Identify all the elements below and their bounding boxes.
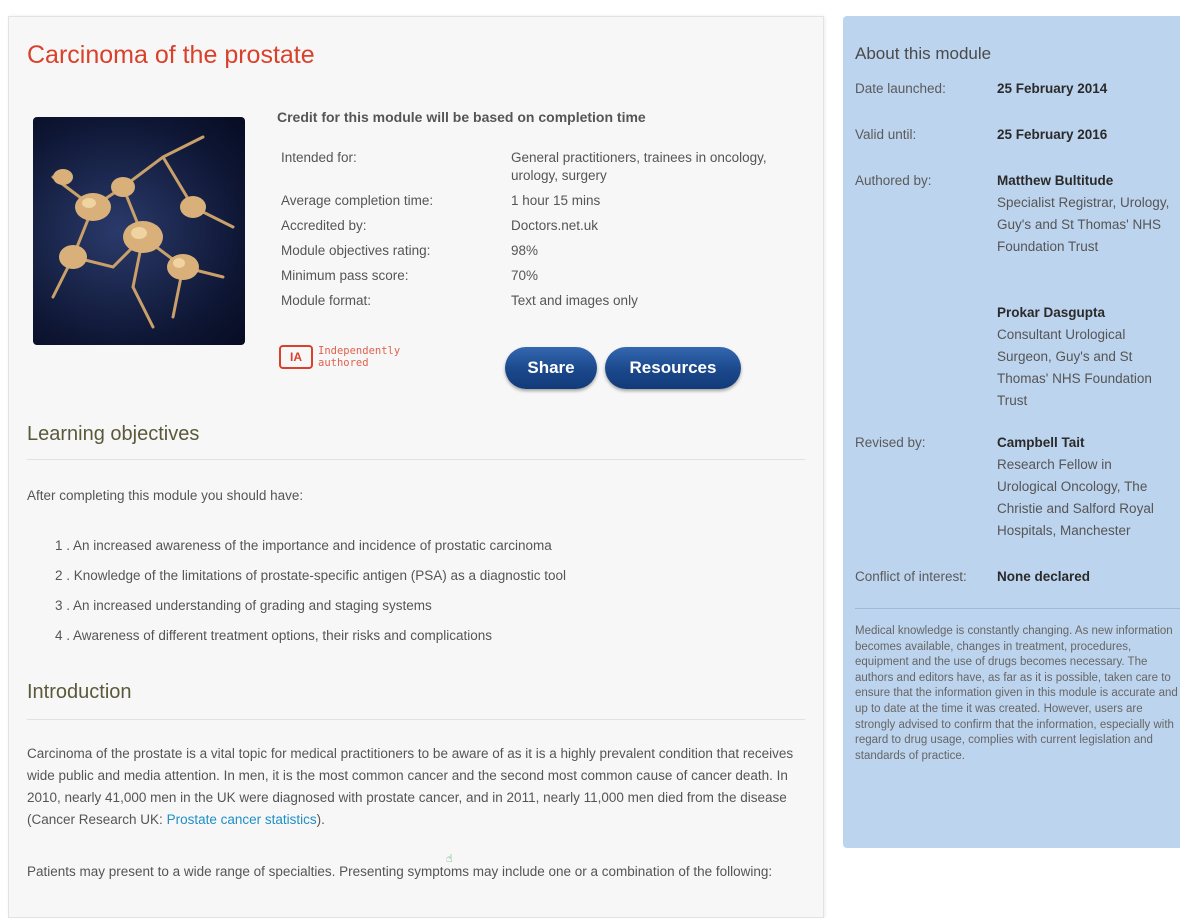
divider xyxy=(27,719,805,720)
meta-row-format: Module format: Text and images only xyxy=(281,292,811,310)
meta-row-objectives-rating: Module objectives rating: 98% xyxy=(281,242,811,260)
second-author-row: Prokar Dasgupta Consultant Urological Su… xyxy=(855,302,1175,412)
conflict-of-interest-row: Conflict of interest: None declared xyxy=(855,566,1175,588)
date-launched-value: 25 February 2014 xyxy=(997,81,1108,96)
meta-row-pass-score: Minimum pass score: 70% xyxy=(281,267,811,285)
meta-value: Text and images only xyxy=(511,293,638,308)
author-role: Consultant Urological Surgeon, Guy's and… xyxy=(997,327,1152,408)
meta-label: Minimum pass score: xyxy=(281,268,409,283)
meta-label: Accredited by: xyxy=(281,218,367,233)
introduction-paragraph: Carcinoma of the prostate is a vital top… xyxy=(27,746,794,827)
divider xyxy=(855,608,1180,609)
independently-authored-badge: IA Independently authored xyxy=(279,345,400,369)
reviser-name: Campbell Tait xyxy=(997,435,1085,450)
share-button[interactable]: Share xyxy=(505,347,597,389)
meta-value: 98% xyxy=(511,243,539,258)
meta-label: Intended for: xyxy=(281,150,357,165)
list-item: 1 . An increased awareness of the import… xyxy=(55,538,552,553)
credit-note: Credit for this module will be based on … xyxy=(277,109,646,125)
about-module-sidebar: About this module Date launched: 25 Febr… xyxy=(843,16,1180,848)
revised-by-row: Revised by: Campbell Tait Research Fello… xyxy=(855,432,1175,542)
list-item: 2 . Knowledge of the limitations of pros… xyxy=(55,568,567,583)
learning-objectives-intro: After completing this module you should … xyxy=(27,488,304,503)
resources-button[interactable]: Resources xyxy=(605,347,741,389)
introduction-heading: Introduction xyxy=(27,681,132,703)
date-launched-row: Date launched: 25 February 2014 xyxy=(855,78,1175,100)
meta-value: 1 hour 15 mins xyxy=(511,193,601,208)
about-module-title: About this module xyxy=(855,44,992,63)
meta-value: General practitioners, trainees in oncol… xyxy=(511,150,767,183)
learning-objectives-list: 1 . An increased awareness of the import… xyxy=(55,535,566,655)
divider xyxy=(27,459,805,460)
meta-row-accredited: Accredited by: Doctors.net.uk xyxy=(281,217,811,235)
authored-by-row: Authored by: Matthew Bultitude Specialis… xyxy=(855,170,1175,258)
author-name: Matthew Bultitude xyxy=(997,173,1114,188)
conflict-label: Conflict of interest: xyxy=(855,569,967,584)
meta-value: Doctors.net.uk xyxy=(511,218,599,233)
meta-label: Module format: xyxy=(281,293,372,308)
learning-objectives-heading: Learning objectives xyxy=(27,423,200,445)
valid-until-row: Valid until: 25 February 2016 xyxy=(855,124,1175,146)
valid-until-value: 25 February 2016 xyxy=(997,127,1108,142)
page-title: Carcinoma of the prostate xyxy=(27,41,315,69)
prostate-cancer-statistics-link[interactable]: Prostate cancer statistics xyxy=(167,812,317,827)
meta-row-completion-time: Average completion time: 1 hour 15 mins xyxy=(281,192,811,210)
module-image xyxy=(33,117,245,345)
authored-by-label: Authored by: xyxy=(855,173,932,188)
list-item: 4 . Awareness of different treatment opt… xyxy=(55,628,492,643)
meta-row-intended: Intended for: General practitioners, tra… xyxy=(281,149,811,185)
cancer-cells-illustration xyxy=(51,135,235,329)
author-name: Prokar Dasgupta xyxy=(997,305,1106,320)
medical-disclaimer: Medical knowledge is constantly changing… xyxy=(855,625,1178,762)
meta-label: Module objectives rating: xyxy=(281,243,431,258)
ia-logo-icon: IA xyxy=(279,345,313,369)
date-launched-label: Date launched: xyxy=(855,81,946,96)
presenting-symptoms-paragraph: Patients may present to a wide range of … xyxy=(27,864,773,879)
author-role: Specialist Registrar, Urology, Guy's and… xyxy=(997,195,1170,254)
reviser-role: Research Fellow in Urological Oncology, … xyxy=(997,457,1154,538)
valid-until-label: Valid until: xyxy=(855,127,917,142)
conflict-value: None declared xyxy=(997,569,1091,584)
revised-by-label: Revised by: xyxy=(855,435,926,450)
ia-badge-text: Independently authored xyxy=(318,345,401,369)
module-main-panel: Carcinoma of the prostate Credit for thi… xyxy=(8,16,824,918)
meta-label: Average completion time: xyxy=(281,193,434,208)
meta-value: 70% xyxy=(511,268,539,283)
module-meta-table: Intended for: General practitioners, tra… xyxy=(281,149,811,317)
list-item: 3 . An increased understanding of gradin… xyxy=(55,598,432,613)
cursor-icon: ☝ xyxy=(446,853,453,865)
